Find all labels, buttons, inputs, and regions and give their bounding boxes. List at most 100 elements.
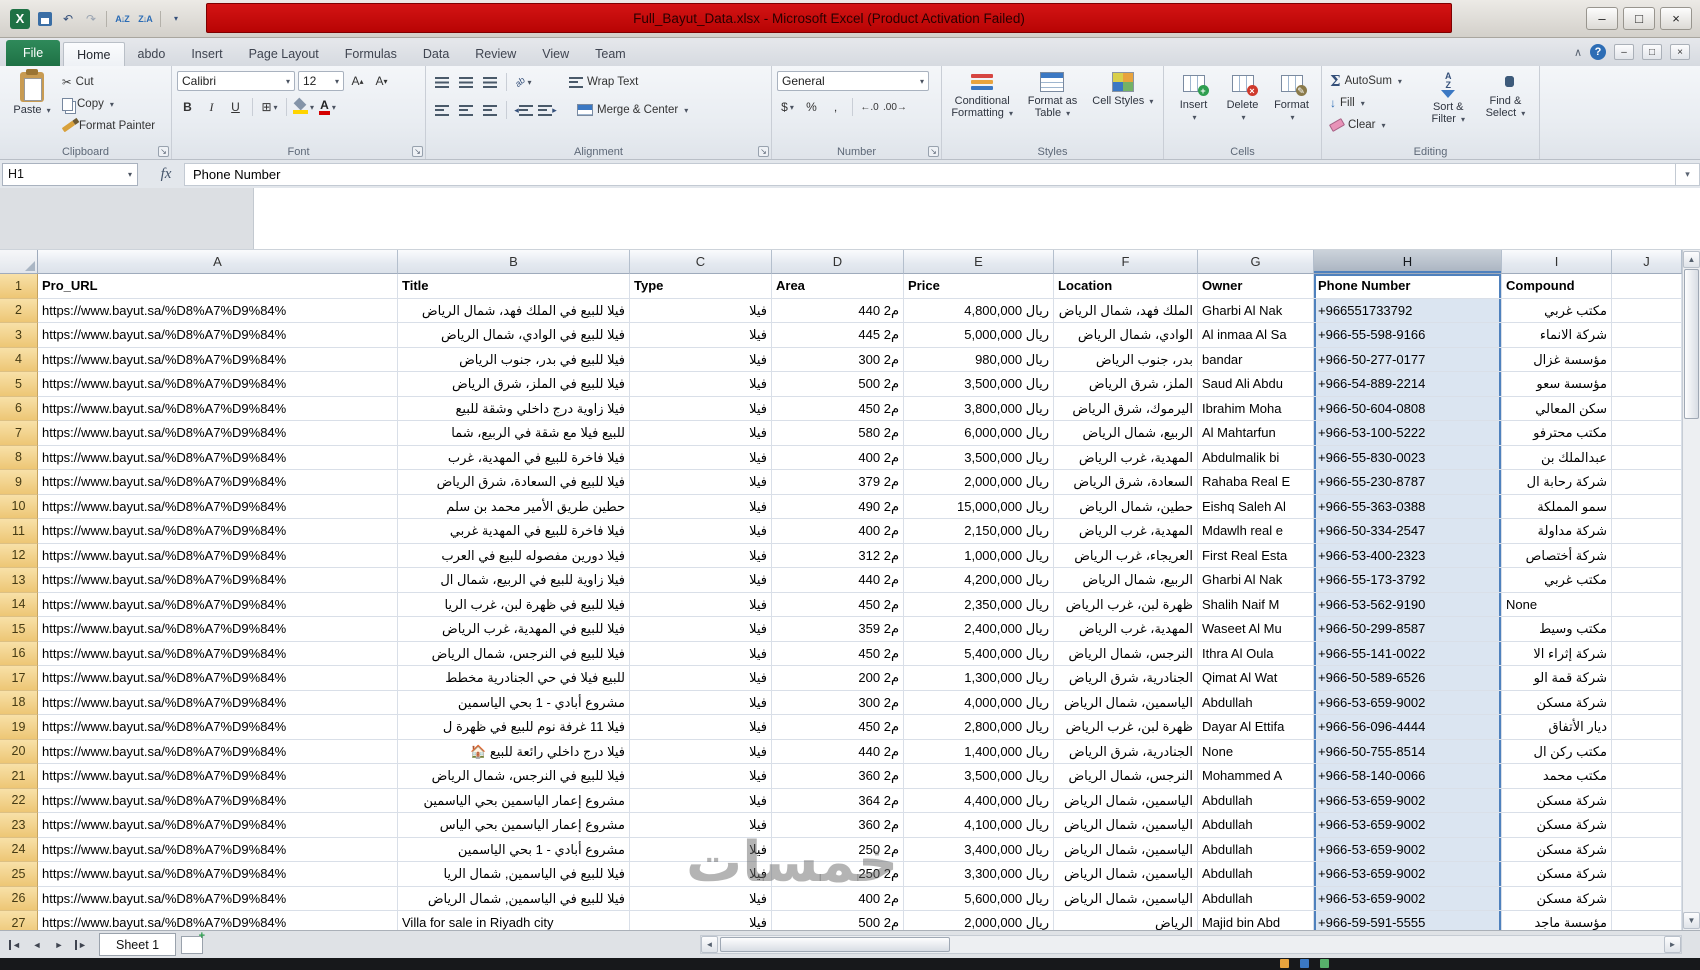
cell-F5[interactable]: الملز، شرق الرياض	[1054, 372, 1198, 397]
cell-J14[interactable]	[1612, 592, 1682, 617]
workbook-restore-icon[interactable]: □	[1642, 44, 1662, 60]
cell-A6[interactable]: https://www.bayut.sa/%D8%A7%D9%84%	[38, 396, 398, 421]
cell-C11[interactable]: فيلا	[630, 519, 772, 544]
cell-B27[interactable]: Villa for sale in Riyadh city	[398, 911, 630, 930]
cell-C8[interactable]: فيلا	[630, 445, 772, 470]
cell-A17[interactable]: https://www.bayut.sa/%D8%A7%D9%84%	[38, 666, 398, 691]
row-header-9[interactable]: 9	[0, 470, 38, 495]
cell-D18[interactable]: 300 م2	[772, 690, 904, 715]
comma-style-icon[interactable]: ,	[825, 97, 846, 117]
cell-F1[interactable]: Location	[1054, 274, 1198, 299]
cell-E12[interactable]: 1,000,000 ريال	[904, 543, 1054, 568]
cell-E11[interactable]: 2,150,000 ريال	[904, 519, 1054, 544]
cell-A14[interactable]: https://www.bayut.sa/%D8%A7%D9%84%	[38, 592, 398, 617]
tab-file[interactable]: File	[6, 40, 61, 66]
cell-B26[interactable]: فيلا للبيع في الياسمين, شمال الرياض	[398, 886, 630, 911]
orientation-icon[interactable]: ab ▾	[513, 72, 534, 92]
cell-H3[interactable]: +966-55-598-9166	[1314, 323, 1502, 348]
increase-decimal-icon[interactable]: ←.0	[859, 97, 880, 117]
cell-D14[interactable]: 450 م2	[772, 592, 904, 617]
cell-C4[interactable]: فيلا	[630, 347, 772, 372]
cell-C22[interactable]: فيلا	[630, 788, 772, 813]
cell-G2[interactable]: Gharbi Al Nak	[1198, 298, 1314, 323]
cell-C1[interactable]: Type	[630, 274, 772, 299]
sort-ascending-icon[interactable]: A↓Z	[114, 10, 130, 28]
cell-F10[interactable]: حطين، شمال الرياض	[1054, 494, 1198, 519]
cell-H2[interactable]: +966551733792	[1314, 298, 1502, 323]
cell-D26[interactable]: 400 م2	[772, 886, 904, 911]
cell-D24[interactable]: 250 م2	[772, 837, 904, 862]
cell-A13[interactable]: https://www.bayut.sa/%D8%A7%D9%84%	[38, 568, 398, 593]
next-sheet-icon[interactable]: ►	[49, 935, 69, 955]
column-header-F[interactable]: F	[1054, 250, 1198, 274]
cell-H12[interactable]: +966-53-400-2323	[1314, 543, 1502, 568]
cell-A26[interactable]: https://www.bayut.sa/%D8%A7%D9%84%	[38, 886, 398, 911]
vertical-scrollbar-thumb[interactable]	[1684, 269, 1699, 419]
tab-abdo[interactable]: abdo	[125, 42, 179, 66]
cell-D9[interactable]: 379 م2	[772, 470, 904, 495]
cell-D22[interactable]: 364 م2	[772, 788, 904, 813]
decrease-indent-icon[interactable]: ◂	[513, 100, 534, 120]
tab-view[interactable]: View	[529, 42, 582, 66]
cell-F8[interactable]: المهدية، غرب الرياض	[1054, 445, 1198, 470]
alignment-dialog-launcher[interactable]: ↘	[758, 146, 769, 157]
cell-I25[interactable]: شركة مسكن	[1502, 862, 1612, 887]
cell-E5[interactable]: 3,500,000 ريال	[904, 372, 1054, 397]
delete-cells-button[interactable]: × Delete ▾	[1219, 69, 1267, 143]
cell-B7[interactable]: للبيع فيلا مع شقة في الربيع، شما	[398, 421, 630, 446]
row-header-14[interactable]: 14	[0, 592, 38, 617]
cell-C19[interactable]: فيلا	[630, 715, 772, 740]
cell-E2[interactable]: 4,800,000 ريال	[904, 298, 1054, 323]
cell-I26[interactable]: شركة مسكن	[1502, 886, 1612, 911]
cell-H20[interactable]: +966-50-755-8514	[1314, 739, 1502, 764]
cell-C17[interactable]: فيلا	[630, 666, 772, 691]
cell-G9[interactable]: Rahaba Real E	[1198, 470, 1314, 495]
cell-I9[interactable]: شركة رحابة ال	[1502, 470, 1612, 495]
column-header-C[interactable]: C	[630, 250, 772, 274]
autosum-button[interactable]: Σ AutoSum ▾	[1327, 70, 1420, 92]
cell-I21[interactable]: مكتب محمد	[1502, 764, 1612, 789]
borders-icon[interactable]: ⊞ ▾	[259, 97, 280, 117]
cell-G12[interactable]: First Real Esta	[1198, 543, 1314, 568]
cell-B22[interactable]: مشروع إعمار الياسمين بحي الياسمين	[398, 788, 630, 813]
cell-E6[interactable]: 3,800,000 ريال	[904, 396, 1054, 421]
name-box-arrow-icon[interactable]: ▾	[128, 170, 132, 179]
cell-J5[interactable]	[1612, 372, 1682, 397]
cell-D16[interactable]: 450 م2	[772, 641, 904, 666]
cell-H25[interactable]: +966-53-659-9002	[1314, 862, 1502, 887]
cell-I20[interactable]: مكتب ركن ال	[1502, 739, 1612, 764]
align-center-icon[interactable]	[455, 100, 476, 120]
tab-formulas[interactable]: Formulas	[332, 42, 410, 66]
scroll-up-icon[interactable]: ▲	[1683, 251, 1700, 268]
cell-E21[interactable]: 3,500,000 ريال	[904, 764, 1054, 789]
cell-G22[interactable]: Abdullah	[1198, 788, 1314, 813]
cell-A27[interactable]: https://www.bayut.sa/%D8%A7%D9%84%	[38, 911, 398, 930]
cell-G11[interactable]: Mdawlh real e	[1198, 519, 1314, 544]
cell-A22[interactable]: https://www.bayut.sa/%D8%A7%D9%84%	[38, 788, 398, 813]
font-size-combo[interactable]: 12 ▾	[298, 71, 344, 91]
horizontal-scrollbar[interactable]: ◄ ►	[700, 935, 1682, 954]
cell-F21[interactable]: النرجس، شمال الرياض	[1054, 764, 1198, 789]
cell-F26[interactable]: الياسمين، شمال الرياض	[1054, 886, 1198, 911]
cell-D5[interactable]: 500 م2	[772, 372, 904, 397]
cell-I27[interactable]: مؤسسة ماجد	[1502, 911, 1612, 930]
align-right-icon[interactable]	[479, 100, 500, 120]
cell-J1[interactable]	[1612, 274, 1682, 299]
cell-E4[interactable]: 980,000 ريال	[904, 347, 1054, 372]
cell-E19[interactable]: 2,800,000 ريال	[904, 715, 1054, 740]
cell-I23[interactable]: شركة مسكن	[1502, 813, 1612, 838]
cell-A1[interactable]: Pro_URL	[38, 274, 398, 299]
cell-H22[interactable]: +966-53-659-9002	[1314, 788, 1502, 813]
cell-A8[interactable]: https://www.bayut.sa/%D8%A7%D9%84%	[38, 445, 398, 470]
cell-E3[interactable]: 5,000,000 ريال	[904, 323, 1054, 348]
select-all-corner[interactable]	[0, 250, 38, 274]
scroll-left-icon[interactable]: ◄	[701, 936, 718, 953]
cell-A12[interactable]: https://www.bayut.sa/%D8%A7%D9%84%	[38, 543, 398, 568]
cell-J7[interactable]	[1612, 421, 1682, 446]
cell-I19[interactable]: ديار الأتفاق	[1502, 715, 1612, 740]
row-header-12[interactable]: 12	[0, 543, 38, 568]
cell-C14[interactable]: فيلا	[630, 592, 772, 617]
cell-H13[interactable]: +966-55-173-3792	[1314, 568, 1502, 593]
cell-C7[interactable]: فيلا	[630, 421, 772, 446]
cell-D27[interactable]: 500 م2	[772, 911, 904, 930]
